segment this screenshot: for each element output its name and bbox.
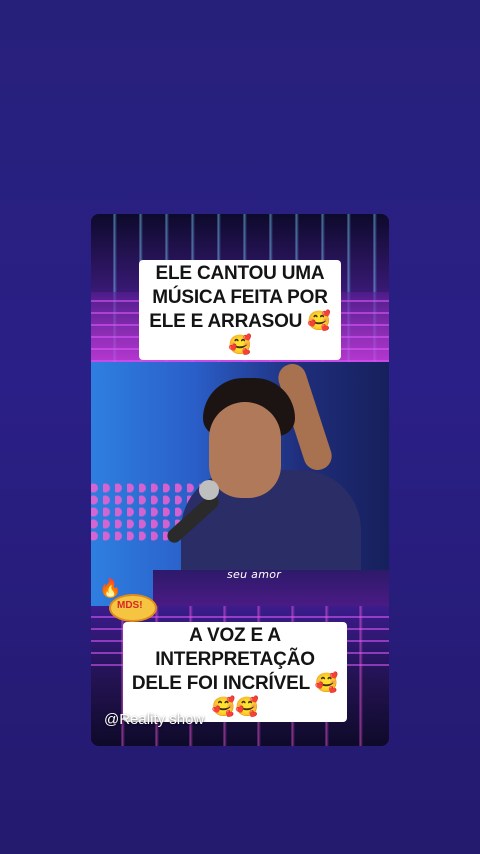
watermark: @Reality show [104, 711, 205, 728]
singer-head [209, 402, 281, 498]
caption-top: ELE CANTOU UMA MÚSICA FEITA POR ELE E AR… [139, 260, 341, 360]
lyric-subtitle: seu amor [227, 568, 282, 581]
sticker-text: MDS! [117, 600, 143, 611]
caption-top-line: ELE E ARRASOU 🥰🥰 [149, 311, 331, 356]
video-frame[interactable]: seu amor [91, 362, 389, 606]
mds-sticker: 🔥 MDS! [95, 578, 157, 624]
caption-bottom-line: INTERPRETAÇÃO [155, 649, 315, 670]
caption-bottom-line: A VOZ E A [189, 625, 281, 646]
caption-top-line: ELE CANTOU UMA [155, 263, 325, 284]
caption-bottom: A VOZ E A INTERPRETAÇÃO DELE FOI INCRÍVE… [123, 622, 347, 722]
caption-top-line: MÚSICA FEITA POR [152, 287, 328, 308]
microphone-head [199, 480, 219, 500]
caption-bottom-line: DELE FOI INCRÍVEL 🥰 [131, 673, 339, 694]
